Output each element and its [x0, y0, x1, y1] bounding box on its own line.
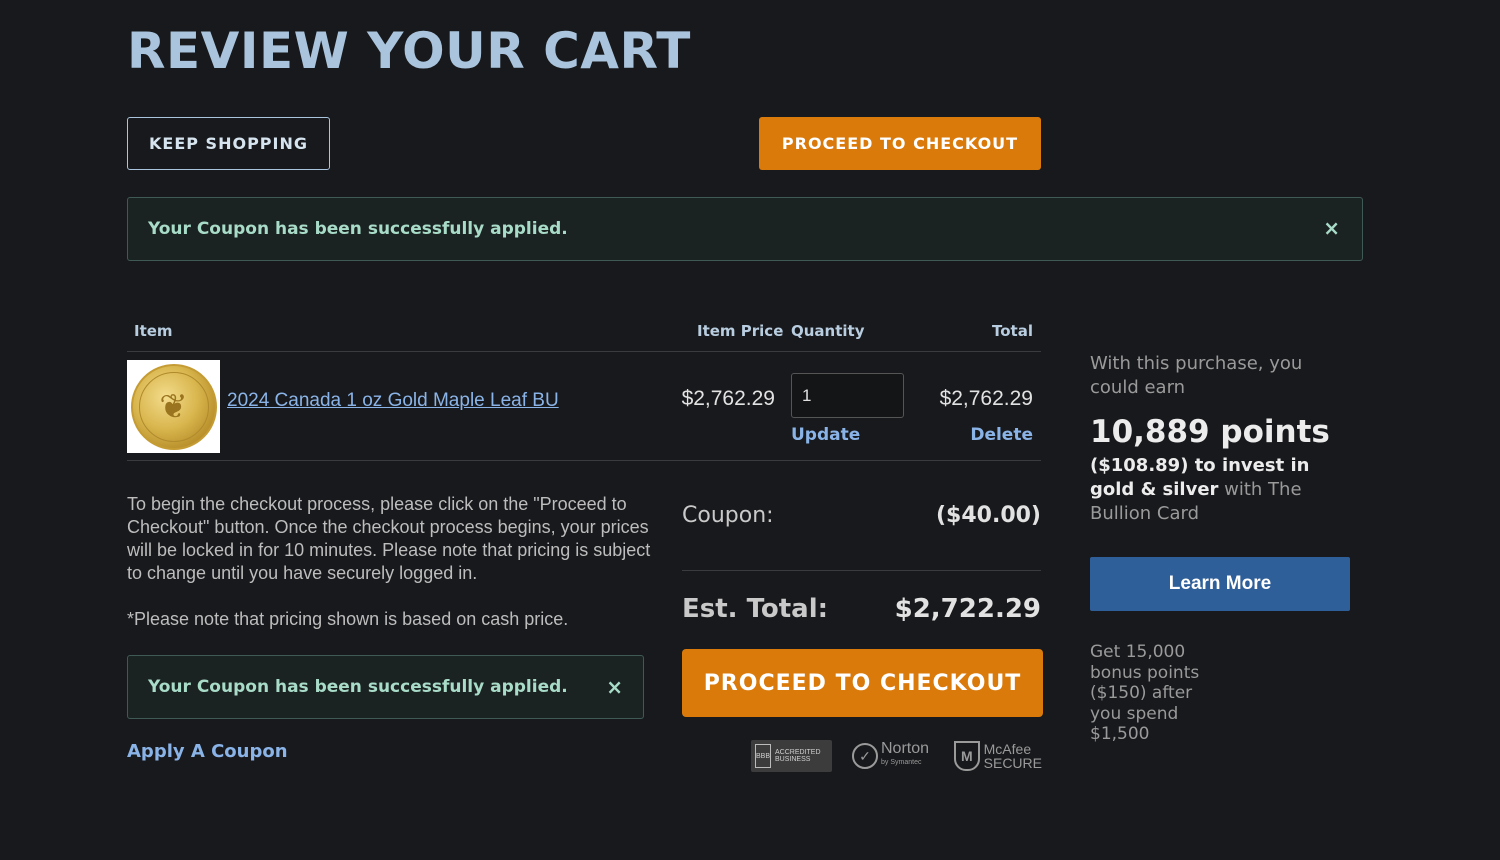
cash-price-note: *Please note that pricing shown is based… [127, 609, 569, 629]
est-total-label: Est. Total: [682, 594, 829, 624]
column-header-total: Total [992, 322, 1033, 340]
close-icon[interactable]: × [1323, 216, 1340, 240]
gold-coin-image: ❦ [130, 363, 217, 450]
column-header-item-price: Item Price [697, 322, 784, 340]
learn-more-button[interactable]: Learn More [1090, 557, 1350, 611]
est-total-value: $2,722.29 [894, 594, 1041, 624]
column-header-quantity: Quantity [791, 322, 865, 340]
apply-coupon-link[interactable]: Apply A Coupon [127, 741, 288, 762]
bbb-text: ACCREDITED BUSINESS [775, 749, 821, 763]
close-icon[interactable]: × [606, 675, 623, 699]
rewards-intro: With this purchase, you could earn [1090, 353, 1303, 398]
alert-message: Your Coupon has been successfully applie… [148, 677, 568, 697]
item-price: $2,762.29 [681, 387, 775, 410]
summary-divider [682, 570, 1041, 571]
coupon-label: Coupon: [682, 503, 774, 528]
table-row-divider [127, 460, 1041, 461]
bonus-points-text: Get 15,000 bonus points ($150) after you… [1090, 642, 1200, 744]
table-header-divider [127, 351, 1041, 352]
page-title: REVIEW YOUR CART [127, 22, 691, 80]
mcafee-shield-icon: M [954, 741, 980, 771]
product-thumbnail[interactable]: ❦ [127, 360, 220, 453]
rewards-points: 10,889 points [1090, 414, 1330, 450]
bbb-badge[interactable]: BBB ACCREDITED BUSINESS [751, 740, 832, 772]
checkout-info-text: To begin the checkout process, please cl… [127, 494, 651, 583]
alert-message: Your Coupon has been successfully applie… [148, 219, 568, 239]
column-header-item: Item [134, 322, 173, 340]
norton-text: Norton by Symantec [881, 740, 930, 767]
rewards-invest-text: ($108.89) to invest in gold & silver wit… [1090, 455, 1310, 524]
keep-shopping-button[interactable]: KEEP SHOPPING [127, 117, 330, 170]
bbb-icon: BBB [755, 744, 772, 768]
update-link[interactable]: Update [791, 425, 860, 445]
coupon-success-alert-bottom: Your Coupon has been successfully applie… [127, 655, 644, 719]
product-link[interactable]: 2024 Canada 1 oz Gold Maple Leaf BU [227, 390, 559, 412]
coupon-success-alert-top: Your Coupon has been successfully applie… [127, 197, 1363, 261]
proceed-to-checkout-button[interactable]: PROCEED TO CHECKOUT [682, 649, 1043, 717]
coupon-value: ($40.00) [935, 503, 1041, 528]
line-total: $2,762.29 [939, 387, 1033, 410]
proceed-to-checkout-top-button[interactable]: PROCEED TO CHECKOUT [759, 117, 1041, 170]
norton-badge[interactable]: ✓ Norton by Symantec [852, 740, 934, 772]
mcafee-text: McAfee SECURE [983, 741, 1042, 771]
quantity-input[interactable] [791, 373, 904, 418]
maple-leaf-icon: ❦ [138, 371, 209, 442]
mcafee-badge[interactable]: M McAfee SECURE [954, 740, 1042, 772]
checkmark-icon: ✓ [852, 743, 878, 769]
delete-link[interactable]: Delete [970, 425, 1033, 445]
